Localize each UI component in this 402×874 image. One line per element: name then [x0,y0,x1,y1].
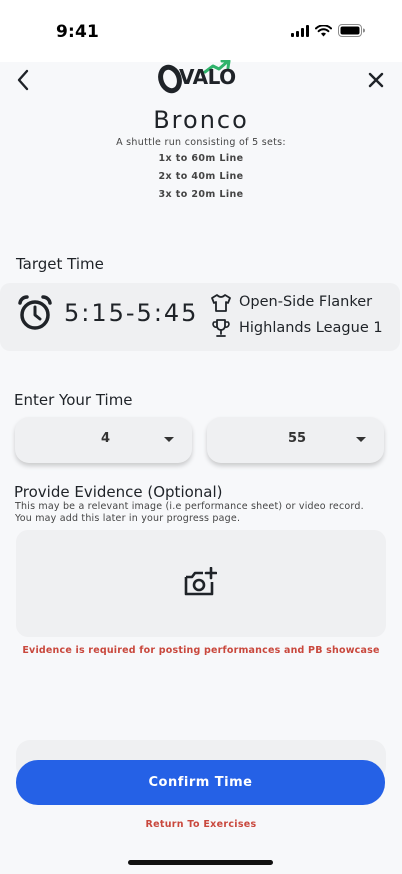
status-icons [291,24,366,37]
exercise-description: A shuttle run consisting of 5 sets: [116,137,286,148]
back-button[interactable] [12,66,36,94]
seconds-select[interactable]: 55 [207,417,384,463]
jersey-icon [211,294,231,312]
battery-icon [338,24,365,37]
target-time-range: 5:15-5:45 [64,299,199,327]
trophy-icon [212,319,230,337]
chevron-down-icon [356,437,366,442]
evidence-upload-area[interactable] [16,530,386,637]
league-name: Highlands League 1 [239,320,383,336]
chevron-down-icon [164,437,174,442]
close-button[interactable] [364,68,388,92]
set-line: 2x to 40m Line [158,171,244,182]
home-indicator [128,860,273,865]
target-time-label: Target Time [16,255,104,273]
add-photo-icon [184,567,217,596]
target-time-card: 5:15-5:45 Open-Side Flanker Highlands Le… [0,283,400,351]
logo-text: VALO [179,65,236,89]
cellular-signal-icon [291,24,309,37]
minutes-value: 4 [101,431,111,446]
evidence-error-message: Evidence is required for posting perform… [22,645,380,656]
header: VALO [0,60,402,102]
enter-time-label: Enter Your Time [14,391,133,409]
evidence-subtext: You may add this later in your progress … [15,513,241,524]
status-time: 9:41 [56,22,100,42]
evidence-label: Provide Evidence (Optional) [14,483,223,501]
app-logo: VALO [157,56,243,96]
player-position: Open-Side Flanker [239,294,373,310]
exercise-title: Bronco [153,106,249,134]
minutes-select[interactable]: 4 [15,417,192,463]
seconds-value: 55 [288,431,307,446]
set-line: 1x to 60m Line [158,153,244,164]
evidence-subtext: This may be a relevant image (i.e perfor… [15,501,364,512]
wifi-icon [315,24,332,36]
confirm-time-button[interactable]: Confirm Time [16,760,385,805]
status-bar: 9:41 [0,0,402,62]
alarm-clock-icon [18,295,52,330]
return-to-exercises-link[interactable]: Return To Exercises [0,819,402,830]
set-line: 3x to 20m Line [158,189,244,200]
